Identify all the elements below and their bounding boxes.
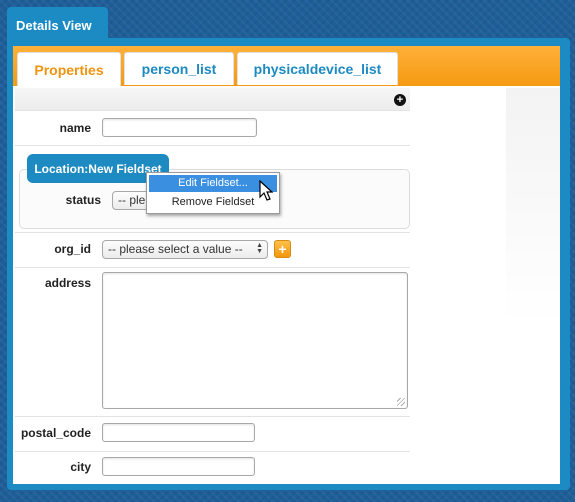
org-id-select[interactable]: -- please select a value -- ▲ ▼ bbox=[102, 240, 268, 259]
city-label: city bbox=[70, 460, 91, 474]
menu-item-edit-fieldset[interactable]: Edit Fieldset... bbox=[149, 175, 277, 192]
city-input[interactable] bbox=[102, 457, 255, 476]
tab-label: physicaldevice_list bbox=[253, 61, 382, 77]
window-title: Details View bbox=[16, 18, 92, 33]
org-id-value: -- please select a value -- bbox=[108, 242, 243, 256]
address-textarea[interactable] bbox=[102, 272, 408, 409]
tab-label: person_list bbox=[141, 61, 217, 77]
name-input[interactable] bbox=[102, 118, 257, 137]
tab-label: Properties bbox=[34, 61, 104, 78]
fieldset-legend-label: Location:New Fieldset bbox=[34, 161, 162, 176]
org-id-label: org_id bbox=[54, 242, 91, 256]
form-toolbar bbox=[15, 88, 410, 110]
select-arrows-icon: ▲ ▼ bbox=[256, 242, 263, 255]
add-field-icon[interactable]: + bbox=[394, 94, 406, 106]
postal-code-input[interactable] bbox=[102, 423, 255, 442]
resize-grip-icon[interactable] bbox=[397, 398, 405, 406]
side-area bbox=[506, 88, 560, 480]
tab-person-list[interactable]: person_list bbox=[124, 52, 234, 85]
tab-physicaldevice-list[interactable]: physicaldevice_list bbox=[237, 52, 398, 85]
status-value: -- ple bbox=[118, 193, 146, 207]
mouse-cursor-icon bbox=[259, 180, 273, 201]
tab-properties[interactable]: Properties bbox=[17, 52, 121, 86]
address-label: address bbox=[44, 276, 91, 290]
name-label: name bbox=[59, 121, 91, 135]
org-id-add-button[interactable]: + bbox=[274, 240, 291, 258]
status-label: status bbox=[65, 193, 101, 207]
postal-code-label: postal_code bbox=[20, 426, 91, 440]
menu-item-remove-fieldset[interactable]: Remove Fieldset bbox=[149, 194, 277, 211]
